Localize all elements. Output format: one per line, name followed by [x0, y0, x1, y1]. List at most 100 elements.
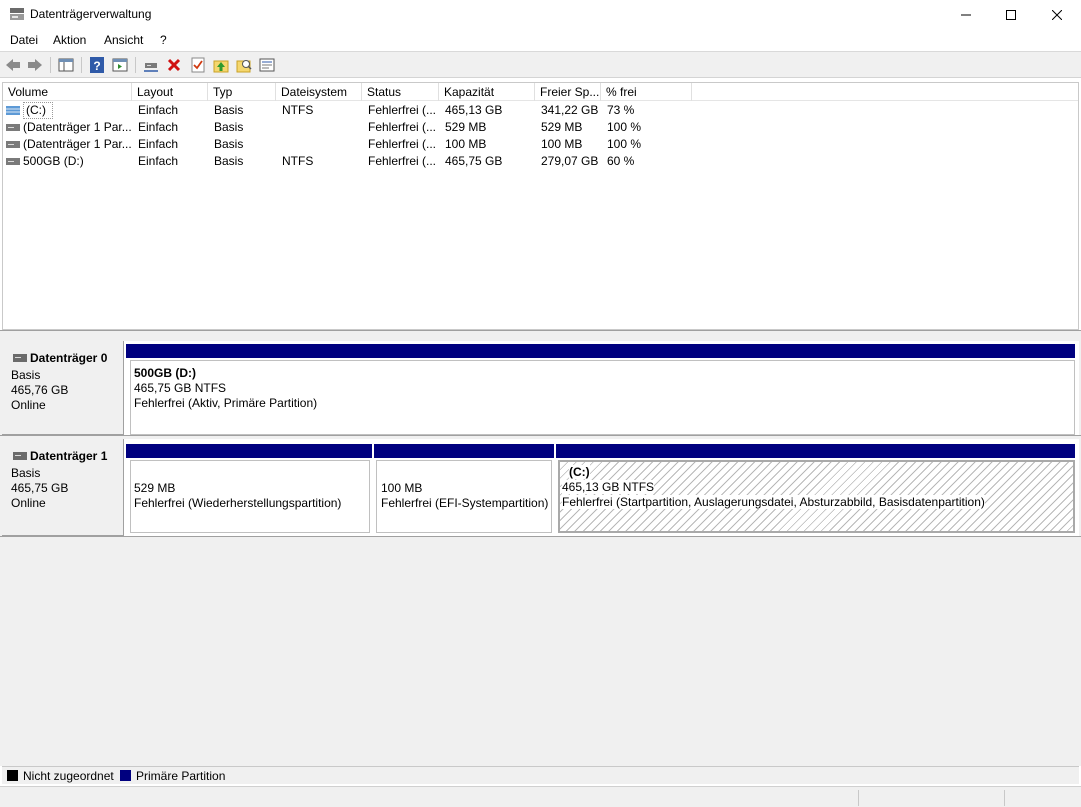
cell-freier-speicher: 100 MB [541, 137, 583, 151]
partition-size: 529 MB [134, 481, 176, 495]
close-icon [1052, 9, 1062, 20]
check-icon [191, 57, 205, 73]
properties-check-button[interactable] [189, 56, 207, 74]
forward-arrow-icon [28, 59, 42, 71]
partition-recovery[interactable]: 529 MB Fehlerfrei (Wiederherstellungspar… [126, 444, 372, 533]
disk-row-divider [0, 536, 1081, 537]
toolbar-separator [50, 57, 51, 73]
cell-kapazitaet: 465,75 GB [445, 154, 503, 168]
col-header-status[interactable]: Status [362, 83, 439, 101]
table-row[interactable]: 500GB (D:) Einfach Basis NTFS Fehlerfrei… [3, 153, 1078, 170]
action-pane-button[interactable] [111, 56, 129, 74]
partition-status: Fehlerfrei (EFI-Systempartition) [381, 496, 549, 510]
col-header-dateisystem[interactable]: Dateisystem [276, 83, 362, 101]
menu-datei[interactable]: Datei [10, 33, 38, 47]
cell-layout: Einfach [138, 137, 179, 151]
back-button[interactable] [4, 56, 22, 74]
menu-help[interactable]: ? [160, 33, 167, 47]
cell-volume: (Datenträger 1 Par... [23, 120, 132, 134]
connect-drive-button[interactable] [142, 56, 160, 74]
table-row[interactable]: (Datenträger 1 Par... Einfach Basis Fehl… [3, 136, 1078, 153]
partition-bar [126, 444, 372, 458]
console-tree-button[interactable] [57, 56, 75, 74]
partition-bar [126, 344, 1075, 358]
disk-graphical-view: Datenträger 0 Basis 465,76 GB Online 500… [0, 336, 1081, 766]
disk-row-divider [0, 435, 1081, 436]
help-button[interactable]: ? [88, 56, 106, 74]
legend-swatch-primary [120, 770, 131, 781]
folder-up-button[interactable] [212, 56, 230, 74]
cell-dateisystem [282, 136, 362, 153]
search-folder-button[interactable] [235, 56, 253, 74]
cell-kapazitaet: 529 MB [445, 120, 487, 134]
folder-up-icon [213, 60, 229, 73]
cell-typ: Basis [214, 137, 244, 151]
col-header-freier-speicher[interactable]: Freier Sp... [535, 83, 601, 101]
disk-state: Online [11, 398, 46, 412]
delete-button[interactable] [165, 56, 183, 74]
partition-c[interactable]: (C:) 465,13 GB NTFS Fehlerfrei (Startpar… [556, 444, 1075, 533]
volume-list: Volume Layout Typ Dateisystem Status Kap… [2, 82, 1079, 330]
partition-efi[interactable]: 100 MB Fehlerfrei (EFI-Systempartition) [374, 444, 554, 533]
cell-volume: (Datenträger 1 Par... [23, 137, 132, 151]
back-arrow-icon [6, 59, 20, 71]
partition-size: 465,75 GB NTFS [134, 381, 227, 395]
menu-bar: Datei Aktion Ansicht ? [0, 30, 1081, 50]
properties-button[interactable] [258, 56, 276, 74]
cell-dateisystem: NTFS [282, 154, 314, 168]
cell-prozent-frei: 100 % [607, 137, 642, 151]
cell-typ: Basis [214, 103, 244, 117]
cell-kapazitaet: 465,13 GB [445, 103, 503, 117]
toolbar-separator [81, 57, 82, 73]
partition-status: Fehlerfrei (Wiederherstellungspartition) [134, 496, 342, 510]
partition-status: Fehlerfrei (Aktiv, Primäre Partition) [134, 396, 318, 410]
svg-text:?: ? [93, 59, 100, 73]
col-header-layout[interactable]: Layout [132, 83, 208, 101]
col-header-kapazitaet[interactable]: Kapazität [439, 83, 535, 101]
title-bar: Datenträgerverwaltung [0, 0, 1081, 29]
search-folder-icon [236, 60, 252, 73]
disk-size: 465,76 GB [11, 383, 69, 397]
maximize-icon [1006, 9, 1016, 20]
cell-prozent-frei: 60 % [607, 154, 635, 168]
cell-kapazitaet: 100 MB [445, 137, 487, 151]
legend: Nicht zugeordnet Primäre Partition [2, 766, 1079, 784]
cell-prozent-frei: 100 % [607, 120, 642, 134]
toolbar: ? [0, 52, 1081, 78]
table-row[interactable]: (C:) Einfach Basis NTFS Fehlerfrei (... … [3, 102, 1078, 119]
disk-management-app-icon [10, 8, 24, 20]
disk-type: Basis [11, 466, 41, 480]
legend-label-primary: Primäre Partition [136, 769, 226, 783]
cell-status: Fehlerfrei (... [368, 137, 437, 151]
disk-1-partitions: 529 MB Fehlerfrei (Wiederherstellungspar… [124, 439, 1079, 536]
col-header-prozent-frei[interactable]: % frei [601, 83, 692, 101]
forward-button[interactable] [26, 56, 44, 74]
partition-title: (C:) [569, 465, 590, 479]
col-header-typ[interactable]: Typ [208, 83, 276, 101]
legend-swatch-unallocated [7, 770, 18, 781]
window-title: Datenträgerverwaltung [30, 7, 152, 21]
cell-freier-speicher: 529 MB [541, 120, 583, 134]
menu-aktion[interactable]: Aktion [53, 33, 86, 47]
volume-icon [6, 158, 20, 165]
table-row[interactable]: (Datenträger 1 Par... Einfach Basis Fehl… [3, 119, 1078, 136]
disk-name: Datenträger 1 [30, 449, 108, 463]
menu-ansicht[interactable]: Ansicht [104, 33, 143, 47]
close-button[interactable] [1034, 0, 1080, 29]
maximize-button[interactable] [988, 0, 1034, 29]
disk-0-label[interactable]: Datenträger 0 Basis 465,76 GB Online [2, 341, 124, 435]
partition-body: 500GB (D:) 465,75 GB NTFS Fehlerfrei (Ak… [130, 360, 1075, 435]
disk-1-label[interactable]: Datenträger 1 Basis 465,75 GB Online [2, 439, 124, 536]
volume-icon [6, 124, 20, 131]
col-header-volume[interactable]: Volume [3, 83, 132, 101]
partition-bar [556, 444, 1075, 458]
cell-prozent-frei: 73 % [607, 103, 635, 117]
minimize-button[interactable] [943, 0, 989, 29]
cell-status: Fehlerfrei (... [368, 120, 437, 134]
delete-icon [167, 58, 181, 72]
cell-typ: Basis [214, 120, 244, 134]
cell-status: Fehlerfrei (... [368, 103, 437, 117]
partition-d[interactable]: 500GB (D:) 465,75 GB NTFS Fehlerfrei (Ak… [126, 344, 1075, 435]
minimize-icon [961, 14, 971, 15]
column-headers: Volume Layout Typ Dateisystem Status Kap… [3, 83, 1078, 101]
